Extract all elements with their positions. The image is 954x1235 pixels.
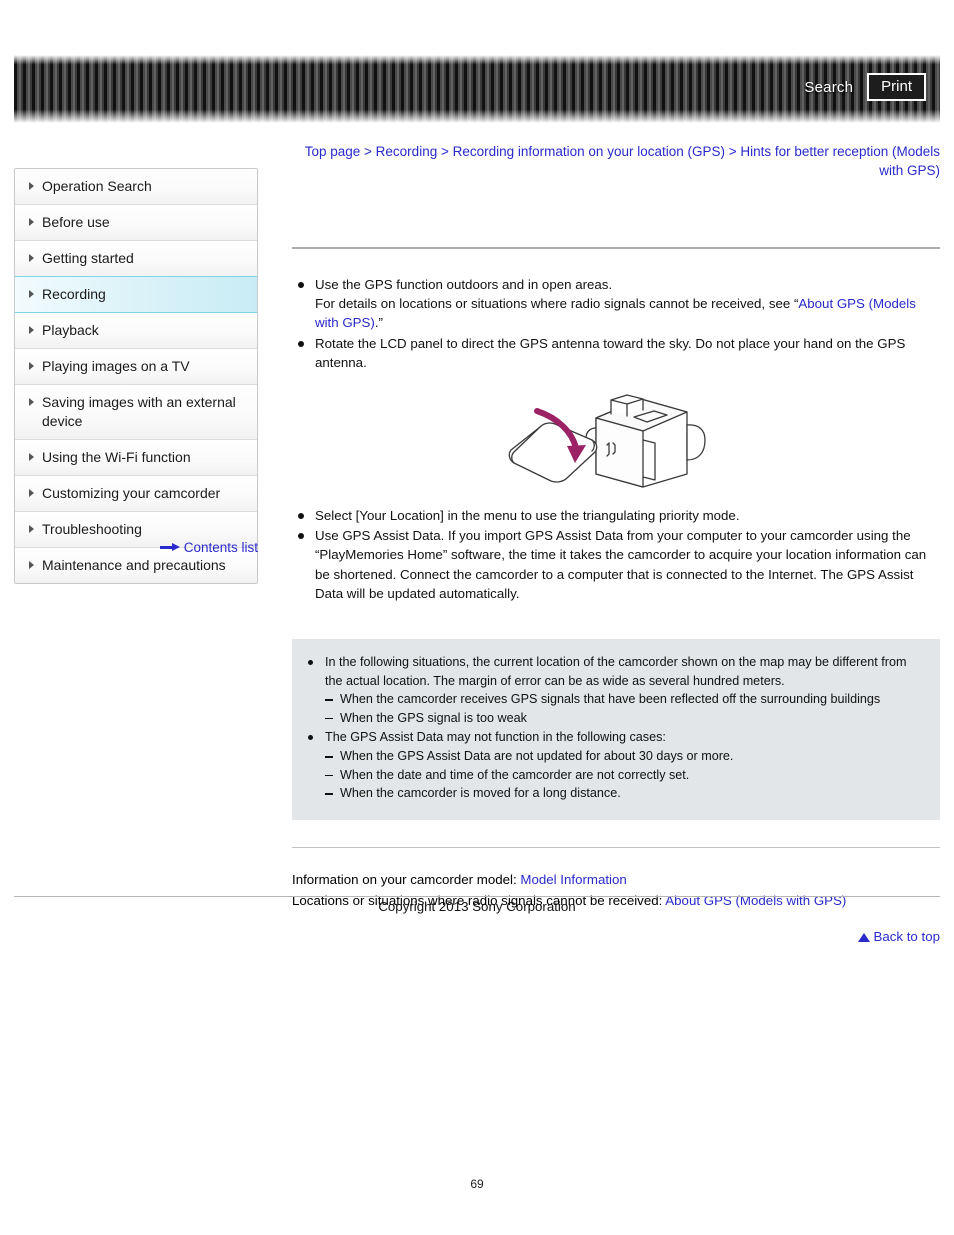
header-actions: Search Print: [804, 55, 926, 123]
list-item: Use GPS Assist Data. If you import GPS A…: [292, 526, 940, 603]
notes-bullet-list: In the following situations, the current…: [302, 653, 924, 803]
chevron-right-icon: [29, 254, 34, 262]
sidebar-item-label: Maintenance and precautions: [42, 557, 226, 573]
notes-sub-list-1: When the camcorder receives GPS signals …: [325, 690, 924, 727]
bullet-text-line3: .”: [374, 315, 383, 331]
sidebar-item-operation-search[interactable]: Operation Search: [15, 169, 257, 205]
footer-divider: [14, 896, 940, 897]
list-item: When the camcorder receives GPS signals …: [325, 690, 924, 709]
bullet-text: Select [Your Location] in the menu to us…: [315, 508, 740, 524]
chevron-right-icon: [29, 489, 34, 497]
bullet-text: Rotate the LCD panel to direct the GPS a…: [315, 335, 906, 370]
arrow-right-icon: [159, 543, 180, 552]
sidebar: Operation Search Before use Getting star…: [14, 168, 258, 584]
notes-sub-list-2: When the GPS Assist Data are not updated…: [325, 747, 924, 803]
chevron-right-icon: [29, 290, 34, 298]
list-item: The GPS Assist Data may not function in …: [302, 728, 924, 802]
print-button[interactable]: Print: [867, 72, 926, 102]
sidebar-item-label: Customizing your camcorder: [42, 485, 221, 501]
chevron-right-icon: [29, 218, 34, 226]
list-item: Select [Your Location] in the menu to us…: [292, 506, 940, 525]
model-information-label: Information on your camcorder model:: [292, 871, 521, 887]
breadcrumb: Top page > Recording > Recording informa…: [292, 142, 940, 180]
camcorder-illustration-svg: [508, 394, 706, 488]
breadcrumb-separator: >: [437, 144, 453, 159]
content-bottom-divider: [292, 846, 940, 848]
header-banner: Search Print: [14, 55, 940, 123]
main-content: Use the GPS function outdoors and in ope…: [292, 182, 940, 944]
list-item: When the camcorder is moved for a long d…: [325, 784, 924, 803]
breadcrumb-item-current-line2: (Models with GPS): [879, 144, 940, 178]
header-stripe-pattern: [14, 55, 940, 123]
contents-list-link[interactable]: Contents list: [14, 540, 258, 555]
breadcrumb-item-current: Hints for better reception: [740, 144, 889, 159]
sidebar-item-label: Recording: [42, 286, 106, 302]
list-item: Use the GPS function outdoors and in ope…: [292, 275, 940, 333]
note-sub-text: When the date and time of the camcorder …: [340, 767, 690, 782]
list-item: When the GPS signal is too weak: [325, 709, 924, 728]
bullet-text-line1: Use the GPS function outdoors and in ope…: [315, 277, 613, 292]
back-to-top-label: Back to top: [873, 928, 940, 944]
chevron-right-icon: [29, 182, 34, 190]
list-item: When the date and time of the camcorder …: [325, 766, 924, 785]
sidebar-item-label: Before use: [42, 214, 110, 230]
sidebar-item-label: Using the Wi-Fi function: [42, 449, 191, 465]
sidebar-item-customizing-your-camcorder[interactable]: Customizing your camcorder: [15, 476, 257, 512]
page-number: 69: [470, 1177, 484, 1191]
sidebar-item-recording[interactable]: Recording: [15, 276, 257, 313]
copyright-text: Copyright 2013 Sony Corporation: [378, 899, 576, 914]
chevron-right-icon: [29, 398, 34, 406]
breadcrumb-separator: >: [725, 144, 741, 159]
sidebar-item-saving-images-external-device[interactable]: Saving images with an external device: [15, 385, 257, 440]
bullet-text-line2: For details on locations or situations w…: [315, 296, 799, 312]
sidebar-item-playing-images-on-a-tv[interactable]: Playing images on a TV: [15, 349, 257, 385]
back-to-top-link[interactable]: Back to top: [292, 929, 940, 944]
sidebar-item-playback[interactable]: Playback: [15, 313, 257, 349]
triangle-up-icon: [858, 932, 871, 942]
breadcrumb-separator: >: [360, 144, 376, 159]
sidebar-item-label: Operation Search: [42, 178, 152, 194]
breadcrumb-item-top-page[interactable]: Top page: [305, 144, 361, 159]
hints-bullet-list-top: Use the GPS function outdoors and in ope…: [292, 275, 940, 372]
sidebar-item-label: Troubleshooting: [42, 521, 142, 537]
list-item: In the following situations, the current…: [302, 653, 924, 727]
note-sub-text: When the GPS signal is too weak: [340, 710, 527, 725]
camcorder-lcd-rotate-illustration: [292, 388, 940, 494]
note-sub-text: When the camcorder receives GPS signals …: [340, 692, 881, 707]
sidebar-item-before-use[interactable]: Before use: [15, 205, 257, 241]
chevron-right-icon: [29, 362, 34, 370]
breadcrumb-item-recording-information[interactable]: Recording information on your location (…: [453, 144, 725, 159]
note-text: In the following situations, the current…: [325, 655, 907, 688]
model-information-link[interactable]: Model Information: [520, 872, 626, 887]
sidebar-item-label: Playback: [42, 322, 99, 338]
bullet-text: Use GPS Assist Data. If you import GPS A…: [315, 528, 927, 601]
search-link[interactable]: Search: [804, 79, 853, 96]
sidebar-item-getting-started[interactable]: Getting started: [15, 241, 257, 277]
chevron-right-icon: [29, 561, 34, 569]
sidebar-item-label: Saving images with an external device: [42, 394, 236, 429]
sidebar-item-label: Getting started: [42, 250, 134, 266]
notes-box: In the following situations, the current…: [292, 639, 940, 820]
note-sub-text: When the GPS Assist Data are not updated…: [340, 749, 734, 763]
list-item: Rotate the LCD panel to direct the GPS a…: [292, 334, 940, 372]
note-sub-text: When the camcorder is moved for a long d…: [340, 786, 621, 801]
sidebar-item-label: Playing images on a TV: [42, 358, 190, 374]
list-item: When the GPS Assist Data are not updated…: [325, 747, 924, 766]
chevron-right-icon: [29, 326, 34, 334]
content-top-divider: [292, 247, 940, 249]
note-text: The GPS Assist Data may not function in …: [325, 730, 666, 745]
breadcrumb-item-recording[interactable]: Recording: [376, 144, 438, 159]
sidebar-item-using-the-wifi-function[interactable]: Using the Wi-Fi function: [15, 440, 257, 476]
hints-bullet-list-mid: Select [Your Location] in the menu to us…: [292, 506, 940, 603]
chevron-right-icon: [29, 525, 34, 533]
chevron-right-icon: [29, 453, 34, 461]
model-information-row: Information on your camcorder model: Mod…: [292, 869, 940, 890]
contents-list-label: Contents list: [183, 540, 258, 555]
